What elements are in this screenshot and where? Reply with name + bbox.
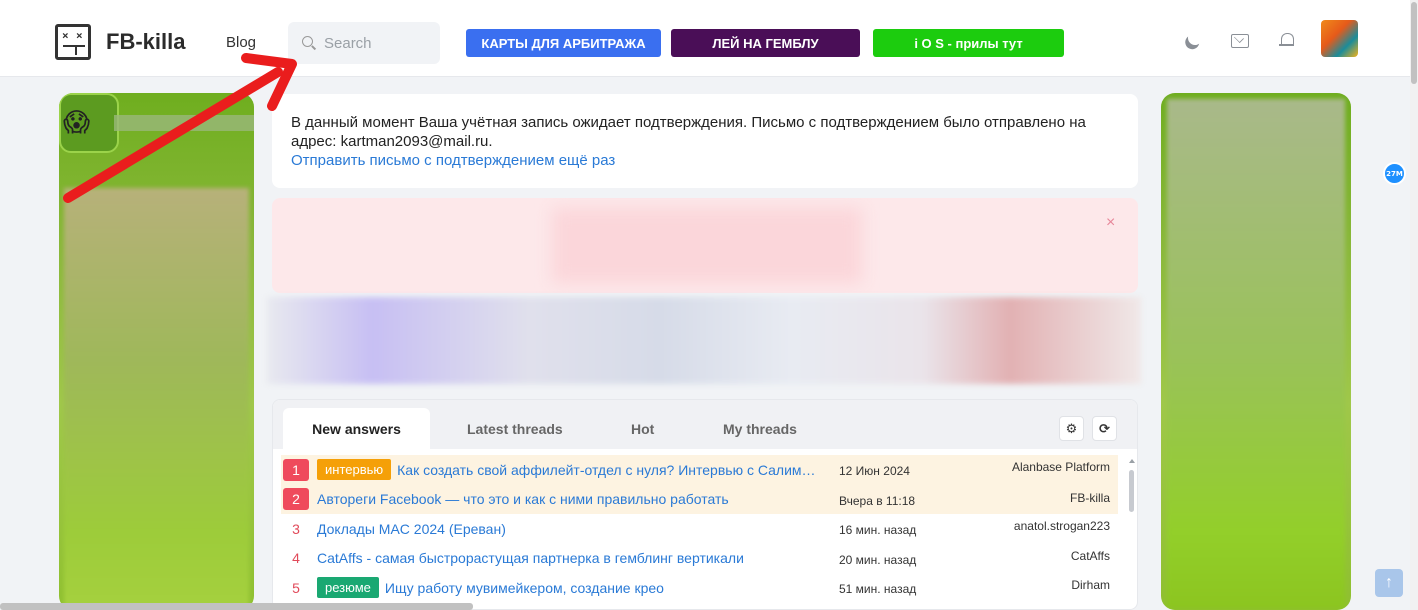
mail-icon[interactable]	[1230, 30, 1250, 50]
alert-blurred-content	[552, 208, 862, 283]
blurred-ad-banner[interactable]	[267, 297, 1141, 384]
row-author[interactable]: FB-killa	[1070, 491, 1110, 505]
threads-widget: New answers Latest threads Hot My thread…	[272, 399, 1138, 610]
left-ad-image	[64, 188, 249, 610]
account-confirmation-notice: В данный момент Ваша учётная запись ожид…	[272, 94, 1138, 188]
row-rank: 1	[283, 458, 309, 481]
side-badge[interactable]: 27M	[1383, 162, 1406, 185]
table-row[interactable]: 4 CatAffs - самая быстрорастущая партнер…	[281, 544, 1118, 574]
refresh-icon[interactable]: ⟳	[1092, 416, 1117, 441]
row-rank: 5	[292, 579, 300, 596]
left-ad-banner[interactable]: 😱	[59, 93, 254, 610]
row-date: 20 мин. назад	[839, 552, 917, 567]
tab-latest-threads[interactable]: Latest threads	[439, 408, 591, 449]
row-author[interactable]: Dirham	[1071, 578, 1110, 592]
tab-new-answers[interactable]: New answers	[283, 408, 430, 449]
search-icon	[302, 36, 316, 50]
close-icon[interactable]: ×	[1106, 214, 1115, 232]
page-scrollbar-thumb[interactable]	[1411, 2, 1417, 84]
row-author[interactable]: anatol.strogan223	[1014, 519, 1110, 533]
row-prefix-badge[interactable]: интервью	[317, 459, 392, 481]
search-input[interactable]	[324, 34, 424, 52]
moon-icon[interactable]	[1185, 30, 1205, 50]
tab-my-threads[interactable]: My threads	[695, 408, 825, 449]
search-box[interactable]	[288, 22, 440, 64]
row-thread-title[interactable]: Ищу работу мувимейкером, создание крео	[385, 580, 785, 596]
site-logo[interactable]: × × FB-killa	[55, 24, 185, 60]
scroll-to-top-button[interactable]: ↑	[1375, 569, 1403, 597]
right-ad-banner[interactable]	[1161, 93, 1351, 610]
notice-message: В данный момент Ваша учётная запись ожид…	[291, 114, 1086, 150]
horizontal-scrollbar[interactable]	[0, 603, 473, 610]
row-date: 16 мин. назад	[839, 523, 917, 537]
logo-text: FB-killa	[106, 29, 186, 54]
bell-icon[interactable]	[1277, 30, 1297, 50]
row-thread-title[interactable]: CatAffs - самая быстрорастущая партнерка…	[317, 550, 787, 566]
table-row[interactable]: 5 резюме Ищу работу мувимейкером, создан…	[281, 573, 1118, 603]
row-thread-title[interactable]: Автореги Facebook — что это и как с ними…	[317, 491, 787, 507]
row-author[interactable]: CatAffs	[1071, 549, 1110, 563]
promo-button-gambling[interactable]: ЛЕЙ НА ГЕМБЛУ	[671, 29, 860, 57]
row-thread-title[interactable]: Как создать свой аффилейт-отдел с нуля? …	[397, 462, 819, 478]
row-rank: 4	[292, 550, 300, 567]
right-ad-image	[1167, 99, 1345, 609]
threads-scrollbar-thumb[interactable]	[1129, 470, 1134, 512]
threads-tabs: New answers Latest threads Hot My thread…	[273, 400, 1137, 449]
resend-confirmation-link[interactable]: Отправить письмо с подтверждением ещё ра…	[291, 151, 1119, 170]
table-row[interactable]: 1 интервью Как создать свой аффилейт-отд…	[281, 455, 1118, 485]
left-ad-bar	[114, 115, 254, 131]
logo-mark-icon: × ×	[55, 24, 91, 60]
screaming-face-icon: 😱	[63, 107, 91, 137]
promo-button-cards[interactable]: КАРТЫ ДЛЯ АРБИТРАЖА	[466, 29, 661, 57]
row-thread-title[interactable]: Доклады MAC 2024 (Ереван)	[317, 521, 787, 537]
threads-scrollbar[interactable]	[1128, 457, 1136, 609]
promo-button-ios[interactable]: i O S - прилы тут	[873, 29, 1064, 57]
user-avatar[interactable]	[1321, 20, 1358, 57]
table-row[interactable]: 2 Автореги Facebook — что это и как с ни…	[281, 484, 1118, 514]
gear-icon[interactable]: ⚙	[1059, 416, 1084, 441]
blurred-alert-banner: ×	[272, 198, 1138, 293]
row-rank: 3	[292, 520, 300, 537]
row-date: 51 мин. назад	[839, 582, 917, 596]
row-prefix-badge[interactable]: резюме	[317, 577, 379, 599]
row-rank: 2	[283, 488, 309, 511]
page-scrollbar[interactable]	[1410, 0, 1418, 610]
row-date: Вчера в 11:18	[839, 493, 916, 508]
row-date: 12 Июн 2024	[839, 464, 910, 478]
table-row[interactable]: 3 Доклады MAC 2024 (Ереван) 16 мин. наза…	[281, 514, 1118, 544]
scroll-up-icon[interactable]	[1129, 459, 1135, 463]
row-author[interactable]: Alanbase Platform	[1012, 460, 1110, 474]
nav-blog-link[interactable]: Blog	[226, 34, 256, 51]
site-header: ×× FB-killa Blog КАРТЫ ДЛЯ АРБИТРАЖА ЛЕЙ…	[0, 0, 1410, 77]
threads-list: 1 интервью Как создать свой аффилейт-отд…	[281, 455, 1118, 603]
tab-hot[interactable]: Hot	[603, 408, 682, 449]
